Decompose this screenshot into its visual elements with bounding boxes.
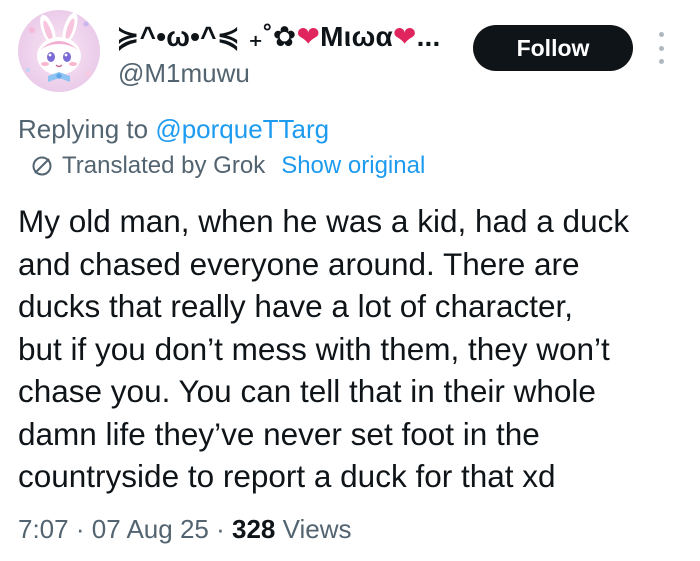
replying-to-label: Replying to (18, 114, 149, 144)
tweet-text-line: damn life they’ve never set foot in the (18, 415, 540, 452)
tweet-text: My old man, when he was a kid, had a duc… (18, 200, 693, 498)
user-handle[interactable]: @M1muwu (118, 58, 250, 89)
more-dot (658, 32, 664, 37)
reply-mention-link[interactable]: @porqueTTarg (155, 114, 329, 144)
show-original-link[interactable]: Show original (281, 152, 425, 180)
tweet-text-line: but if you don’t mess with them, they wo… (18, 330, 610, 367)
tweet-text-line: and chased everyone around. There are (18, 245, 580, 282)
replying-to: Replying to @porqueTTarg (18, 114, 329, 145)
tweet-date[interactable]: 07 Aug 25 (92, 514, 209, 544)
translation-bar: Translated by Grok Show original (30, 152, 425, 180)
slash-circle-icon (32, 156, 52, 176)
more-dot (658, 59, 664, 64)
meta-separator: · (75, 514, 85, 544)
anime-bunny-avatar-icon (18, 10, 100, 92)
views-count[interactable]: 328 (232, 514, 275, 544)
display-name-prefix: ≽^•ω•^≼ ₊˚✿ (116, 21, 297, 52)
tweet-meta: 7:07 · 07 Aug 25 · 328 Views (18, 514, 352, 545)
heart-icon: ❤ (392, 21, 417, 52)
translated-label: Translated by Grok (62, 152, 266, 179)
tweet-time[interactable]: 7:07 (18, 514, 69, 544)
tweet-text-line: My old man, when he was a kid, had a duc… (18, 203, 630, 239)
display-name-suffix: ... (416, 21, 441, 52)
views-label: Views (282, 514, 352, 544)
display-name[interactable]: ≽^•ω•^≼ ₊˚✿❤Mιωα❤... (116, 20, 441, 53)
tweet-text-line: countryside to report a duck for that xd (18, 458, 556, 494)
more-vertical-icon[interactable] (651, 28, 671, 68)
tweet-text-line: ducks that really have a lot of characte… (18, 288, 574, 324)
heart-icon: ❤ (296, 21, 321, 52)
avatar[interactable] (18, 10, 100, 92)
tweet: ≽^•ω•^≼ ₊˚✿❤Mιωα❤... @M1muwu Follow Repl… (0, 0, 700, 561)
meta-separator: · (216, 514, 225, 544)
tweet-text-line: chase you. You can tell that in their wh… (18, 373, 596, 409)
display-name-name: Mιωα (320, 21, 393, 52)
follow-button[interactable]: Follow (473, 25, 633, 71)
more-dot (658, 45, 664, 51)
